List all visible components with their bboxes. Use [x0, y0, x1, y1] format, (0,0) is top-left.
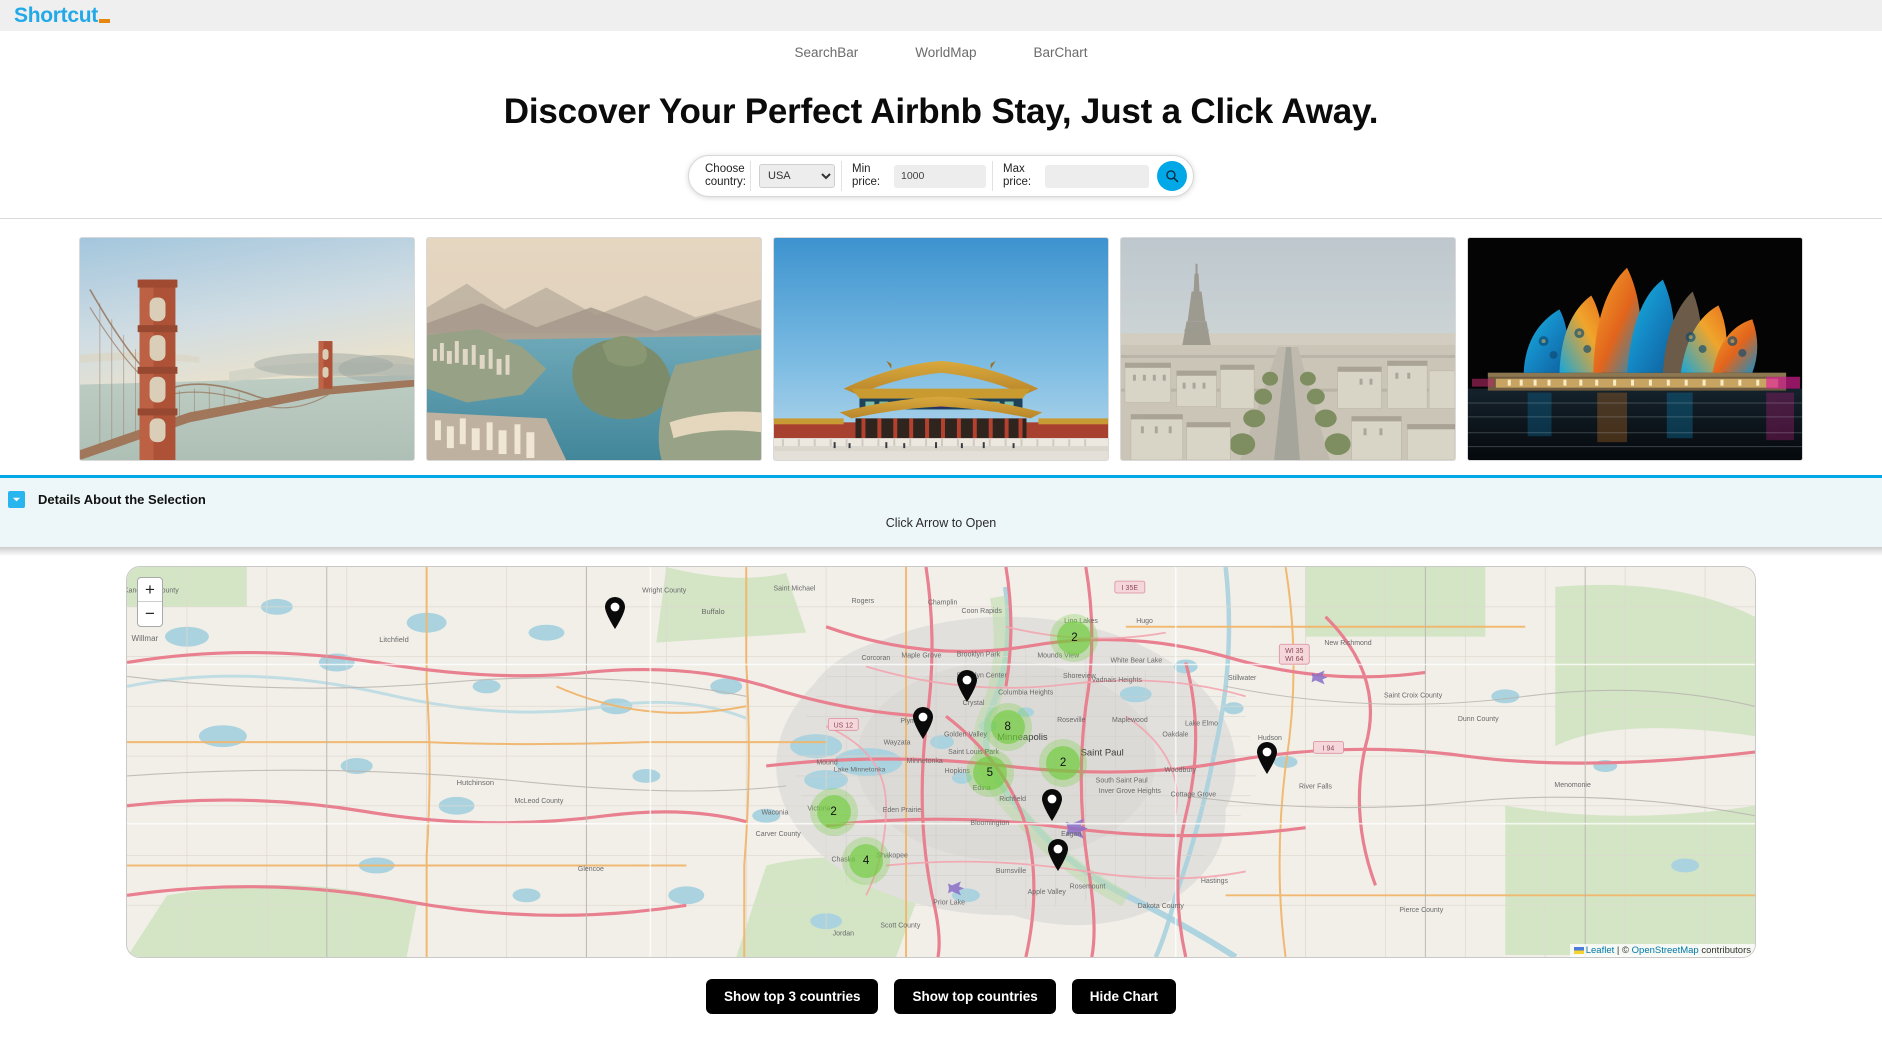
map-cluster-marker[interactable]: 5	[972, 755, 1007, 790]
gallery-card-rio[interactable]	[426, 237, 762, 462]
details-header[interactable]: Details About the Selection	[0, 478, 1882, 509]
map-location-pin[interactable]	[1047, 838, 1069, 876]
main-nav: SearchBar WorldMap BarChart	[0, 31, 1882, 66]
show-top-3-countries-button[interactable]: Show top 3 countries	[705, 979, 879, 1015]
logo-text: Shortcut	[14, 4, 98, 27]
gallery-card-paris[interactable]	[1120, 237, 1456, 462]
leaflet-map[interactable]: Willmar Litchfield Buffalo Saint Michael Rog…	[126, 566, 1756, 959]
details-hint: Click Arrow to Open	[885, 516, 997, 531]
paris-image	[1121, 238, 1455, 461]
map-location-pin[interactable]	[1041, 788, 1063, 826]
details-title: Details About the Selection	[38, 492, 206, 508]
map-cluster-marker[interactable]: 2	[1046, 745, 1081, 780]
map-attribution: Leaflet | © OpenStreetMap contributors	[1569, 944, 1755, 958]
page-title: Discover Your Perfect Airbnb Stay, Just …	[503, 92, 1379, 131]
gallery-card-forbidden-city[interactable]	[773, 237, 1109, 462]
leaflet-flag-icon	[1573, 947, 1584, 955]
map-section: Willmar Litchfield Buffalo Saint Michael Rog…	[0, 556, 1882, 959]
nav-item-worldmap[interactable]: WorldMap	[915, 45, 976, 60]
gallery-card-golden-gate[interactable]	[79, 237, 415, 462]
golden-gate-image	[80, 238, 414, 461]
min-price-label: Min price:	[852, 163, 881, 189]
max-price-label: Max price:	[1003, 163, 1032, 189]
top-bar: Shortcut	[0, 0, 1882, 31]
map-pin-icon	[957, 670, 978, 703]
map-cluster-marker[interactable]: 4	[849, 843, 884, 878]
openstreetmap-link[interactable]: OpenStreetMap	[1632, 945, 1699, 956]
logo-underscore-accent	[98, 19, 110, 23]
search-submit-button[interactable]	[1157, 161, 1187, 192]
attribution-separator: | ©	[1614, 945, 1632, 957]
search-section: Choose country: USA Min price: Max price…	[0, 155, 1882, 198]
map-cluster-marker[interactable]: 2	[816, 795, 851, 830]
map-pin-icon	[1041, 789, 1062, 821]
gallery-card-sydney[interactable]	[1467, 237, 1803, 462]
show-top-countries-button[interactable]: Show top countries	[894, 979, 1056, 1015]
search-icon	[1166, 170, 1179, 183]
sydney-opera-house-image	[1468, 238, 1802, 461]
rio-image	[427, 238, 761, 461]
zoom-in-button[interactable]: +	[138, 578, 162, 603]
hide-chart-button[interactable]: Hide Chart	[1071, 979, 1177, 1015]
map-cluster-marker[interactable]: 8	[990, 709, 1025, 744]
map-location-pin[interactable]	[912, 706, 934, 744]
nav-item-barchart[interactable]: BarChart	[1034, 45, 1088, 60]
map-cluster-marker[interactable]: 2	[1057, 621, 1092, 656]
search-form: Choose country: USA Min price: Max price…	[688, 155, 1194, 198]
min-price-input[interactable]	[894, 164, 986, 188]
chart-controls: Show top 3 countries Show top countries …	[0, 958, 1882, 1015]
map-location-pin[interactable]	[604, 596, 626, 634]
forbidden-city-image	[774, 238, 1108, 461]
details-drop-shadow	[0, 547, 1882, 557]
country-label: Choose country:	[689, 161, 751, 192]
leaflet-link[interactable]: Leaflet	[1586, 945, 1615, 956]
country-select[interactable]: USA	[759, 164, 835, 189]
app-logo[interactable]: Shortcut	[14, 5, 110, 26]
zoom-out-button[interactable]: −	[138, 602, 162, 626]
map-location-pin[interactable]	[1256, 741, 1278, 779]
map-marker-layer: 282524	[127, 567, 1755, 957]
map-pin-icon	[1256, 741, 1277, 774]
chevron-down-icon	[12, 498, 21, 502]
details-toggle-button[interactable]	[8, 491, 25, 509]
destination-gallery	[0, 219, 1882, 476]
map-location-pin[interactable]	[956, 669, 978, 707]
map-pin-icon	[1048, 838, 1069, 871]
max-price-input[interactable]	[1045, 164, 1149, 188]
nav-item-searchbar[interactable]: SearchBar	[794, 45, 858, 60]
details-panel: Details About the Selection Click Arrow …	[0, 475, 1882, 548]
map-zoom-control[interactable]: + −	[137, 577, 163, 628]
map-pin-icon	[913, 706, 934, 739]
map-pin-icon	[605, 596, 626, 629]
attribution-suffix: contributors	[1698, 945, 1751, 957]
